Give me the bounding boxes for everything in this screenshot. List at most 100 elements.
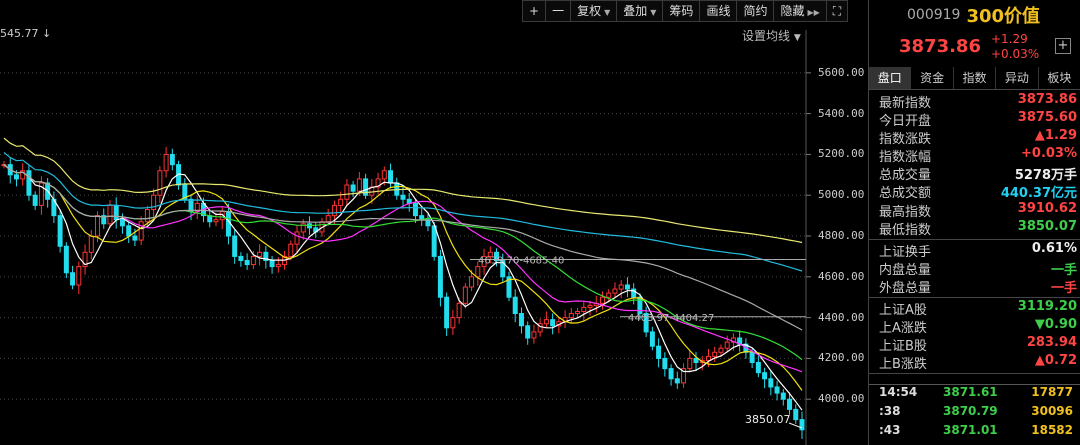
quote-row: 总成交额 440.37亿元 bbox=[869, 182, 1080, 202]
candle-body bbox=[257, 251, 263, 257]
quote-value: 3875.60 bbox=[1017, 110, 1077, 126]
candle-body bbox=[450, 317, 456, 329]
candle-body bbox=[63, 245, 69, 274]
candle-body bbox=[456, 302, 462, 319]
tick-p: 3871.01 bbox=[943, 423, 998, 437]
max-price-label: 545.77 ↓ bbox=[0, 27, 52, 40]
zoom-in-button[interactable]: + bbox=[522, 0, 547, 22]
quote-value: ▲0.72 bbox=[1034, 353, 1077, 369]
quote-tabs: 盘口 资金 指数 异动 板块 bbox=[869, 67, 1080, 90]
candle-body bbox=[575, 310, 581, 315]
candle-body bbox=[163, 153, 169, 172]
quote-row: 指数涨跌 ▲1.29 bbox=[869, 128, 1080, 147]
candle-body bbox=[250, 255, 256, 266]
candle-body bbox=[294, 231, 300, 245]
tick-v: 17877 bbox=[1031, 385, 1073, 399]
candle-body bbox=[232, 235, 238, 257]
quote-label: 上证换手 bbox=[879, 244, 932, 260]
candle-body bbox=[288, 243, 294, 257]
chevron-down-icon: ▼ bbox=[650, 8, 657, 17]
quote-value: 440.37亿元 bbox=[1000, 186, 1077, 202]
candle-body bbox=[550, 319, 556, 327]
quote-label: 最高指数 bbox=[879, 204, 932, 220]
ma-settings-link[interactable]: 设置均线 ▼ bbox=[742, 27, 801, 44]
candle-body bbox=[512, 296, 518, 315]
zoom-out-button[interactable]: 一 bbox=[545, 0, 572, 22]
hide-button[interactable]: 隐藏 ▶▶ bbox=[773, 0, 827, 22]
candle-body bbox=[431, 225, 437, 257]
price-tick-label: 4000.00 bbox=[818, 392, 865, 406]
candle-body bbox=[225, 211, 231, 237]
quote-value: 3850.07 bbox=[1017, 218, 1077, 234]
quote-row: 内盘总量 一手 bbox=[869, 259, 1080, 278]
candle-body bbox=[469, 276, 475, 288]
candle-body bbox=[144, 209, 150, 223]
tick-row: :43 3871.01 18582 bbox=[869, 423, 1080, 442]
quote-label: 上A涨跌 bbox=[879, 321, 927, 337]
candle-body bbox=[238, 255, 244, 261]
chip-button[interactable]: 筹码 bbox=[662, 0, 701, 22]
price-tick-label: 4800.00 bbox=[818, 229, 865, 243]
quote-label: 最新指数 bbox=[879, 96, 932, 111]
candle-body bbox=[57, 215, 63, 247]
chevron-down-icon: ▼ bbox=[604, 8, 611, 17]
tab-2[interactable]: 指数 bbox=[954, 67, 997, 89]
draw-line-button[interactable]: 画线 bbox=[699, 0, 738, 22]
price-change: +1.29 +0.03% bbox=[991, 32, 1040, 61]
quote-panel: 000919 300价值 3873.86 +1.29 +0.03% + 盘口 资金指… bbox=[868, 0, 1080, 445]
double-arrow-icon: ▶▶ bbox=[807, 8, 820, 17]
quote-row: 最高指数 3910.62 bbox=[869, 200, 1080, 220]
last-price: 3873.86 bbox=[899, 36, 981, 57]
candle-body bbox=[674, 378, 680, 384]
low-price-label: 3850.07 bbox=[745, 413, 791, 426]
fuquan-dropdown[interactable]: 复权 ▼ bbox=[570, 0, 618, 22]
quote-value: 3910.62 bbox=[1017, 200, 1077, 216]
candle-body bbox=[518, 313, 524, 327]
candle-body bbox=[693, 357, 699, 363]
quote-value: 5278万手 bbox=[1014, 168, 1077, 184]
candle-body bbox=[70, 272, 76, 286]
candle-body bbox=[275, 264, 281, 268]
tab-4[interactable]: 板块 bbox=[1039, 67, 1080, 89]
price-tick-label: 4400.00 bbox=[818, 310, 865, 324]
tick-row: 14:54 3871.61 17877 bbox=[869, 385, 1080, 404]
quote-row: 上证换手 0.61% bbox=[869, 241, 1080, 260]
quote-rows: 最新指数 3873.86 今日开盘 3875.60 指数涨跌 ▲1.29 指数涨幅 +0.03… bbox=[869, 92, 1080, 375]
candle-body bbox=[325, 215, 331, 223]
candle-body bbox=[444, 296, 450, 329]
quote-label: 指数涨幅 bbox=[879, 150, 932, 166]
candle-body bbox=[400, 194, 406, 200]
tick-t: :38 bbox=[879, 404, 901, 418]
quote-label: 外盘总量 bbox=[879, 280, 932, 296]
overlay-dropdown[interactable]: 叠加 ▼ bbox=[616, 0, 664, 22]
add-watchlist-button[interactable]: + bbox=[1055, 38, 1071, 54]
candle-body bbox=[381, 170, 387, 180]
candle-body bbox=[475, 266, 481, 278]
candle-body bbox=[606, 292, 612, 298]
simple-button[interactable]: 简约 bbox=[736, 0, 775, 22]
tick-p: 3870.79 bbox=[943, 404, 998, 418]
quote-row: 上证A股 3119.20 bbox=[869, 299, 1080, 318]
quote-label: 内盘总量 bbox=[879, 262, 932, 278]
range-label: 4403.97-4404.27 bbox=[628, 313, 714, 324]
candle-body bbox=[138, 221, 144, 241]
quote-value: 一手 bbox=[1050, 280, 1077, 296]
candle-body bbox=[705, 355, 711, 361]
candle-body bbox=[712, 351, 718, 357]
tab-3[interactable]: 异动 bbox=[996, 67, 1039, 89]
tab-0[interactable]: 盘口 bbox=[869, 67, 912, 89]
ma-line-120 bbox=[3, 151, 803, 272]
price-tick-label: 5600.00 bbox=[818, 65, 865, 79]
tick-v: 18582 bbox=[1031, 423, 1073, 437]
candle-body bbox=[568, 313, 574, 319]
tab-1[interactable]: 资金 bbox=[911, 67, 954, 89]
candle-body bbox=[687, 357, 693, 370]
expand-icon[interactable]: ⛶ bbox=[825, 0, 849, 22]
candle-body bbox=[649, 331, 655, 347]
price-tick-label: 5400.00 bbox=[818, 106, 865, 120]
candle-body bbox=[799, 419, 805, 431]
quote-label: 今日开盘 bbox=[879, 114, 932, 130]
candle-body bbox=[624, 284, 630, 290]
tick-row: :38 3870.79 30096 bbox=[869, 404, 1080, 423]
candle-body bbox=[26, 170, 32, 196]
